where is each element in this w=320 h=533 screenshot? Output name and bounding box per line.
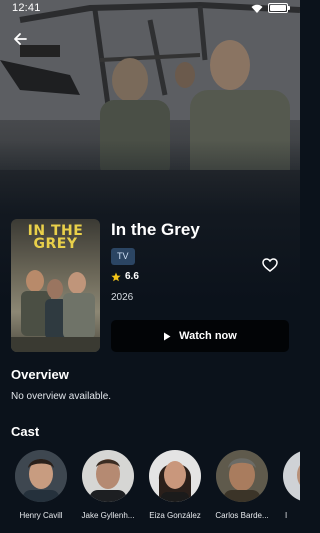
cast-list[interactable]: Henry Cavill Jake Gyllenh... Eiza Gonzál… [0,450,300,530]
battery-icon [268,3,290,13]
cast-member[interactable]: I [277,450,300,520]
cast-name: Henry Cavill [19,511,63,520]
star-icon [111,272,121,281]
cast-avatar [82,450,134,502]
poster-art [11,270,100,352]
cast-name: Jake Gyllenh... [81,511,135,520]
show-title: In the Grey [111,220,200,239]
type-badge: TV [111,248,135,265]
cast-portrait [82,450,134,502]
cast-portrait [149,450,201,502]
play-icon [164,332,171,340]
status-icons [251,3,290,13]
favorite-button[interactable] [260,256,280,274]
cast-avatar [283,450,300,502]
cast-portrait [15,450,67,502]
cast-name: I [285,511,288,520]
watch-now-button[interactable]: Watch now [111,320,289,352]
cast-name: Carlos Barde... [215,511,269,520]
cast-member[interactable]: Eiza González [143,450,207,520]
cast-heading: Cast [11,424,40,439]
cast-portrait [283,450,300,502]
cast-avatar [149,450,201,502]
cast-member[interactable]: Henry Cavill [9,450,73,520]
status-time: 12:41 [12,2,41,14]
back-button[interactable] [8,27,32,51]
cast-member[interactable]: Jake Gyllenh... [76,450,140,520]
rating-value: 6.6 [125,271,139,282]
rating: 6.6 [111,271,139,282]
cast-member[interactable]: Carlos Barde... [210,450,274,520]
overview-text: No overview available. [11,391,112,402]
details-screen: 12:41 IN THE GREY In the Grey TV 6.6 202… [0,0,300,533]
overview-heading: Overview [11,367,69,382]
release-year: 2026 [111,292,134,303]
cast-avatar [216,450,268,502]
cast-avatar [15,450,67,502]
cast-portrait [216,450,268,502]
heart-outline-icon [262,258,278,272]
poster-image: IN THE GREY [11,219,100,352]
cast-name: Eiza González [149,511,201,520]
watch-now-label: Watch now [179,330,237,342]
status-bar: 12:41 [0,0,300,16]
wifi-icon [251,4,263,13]
arrow-left-icon [14,33,27,45]
